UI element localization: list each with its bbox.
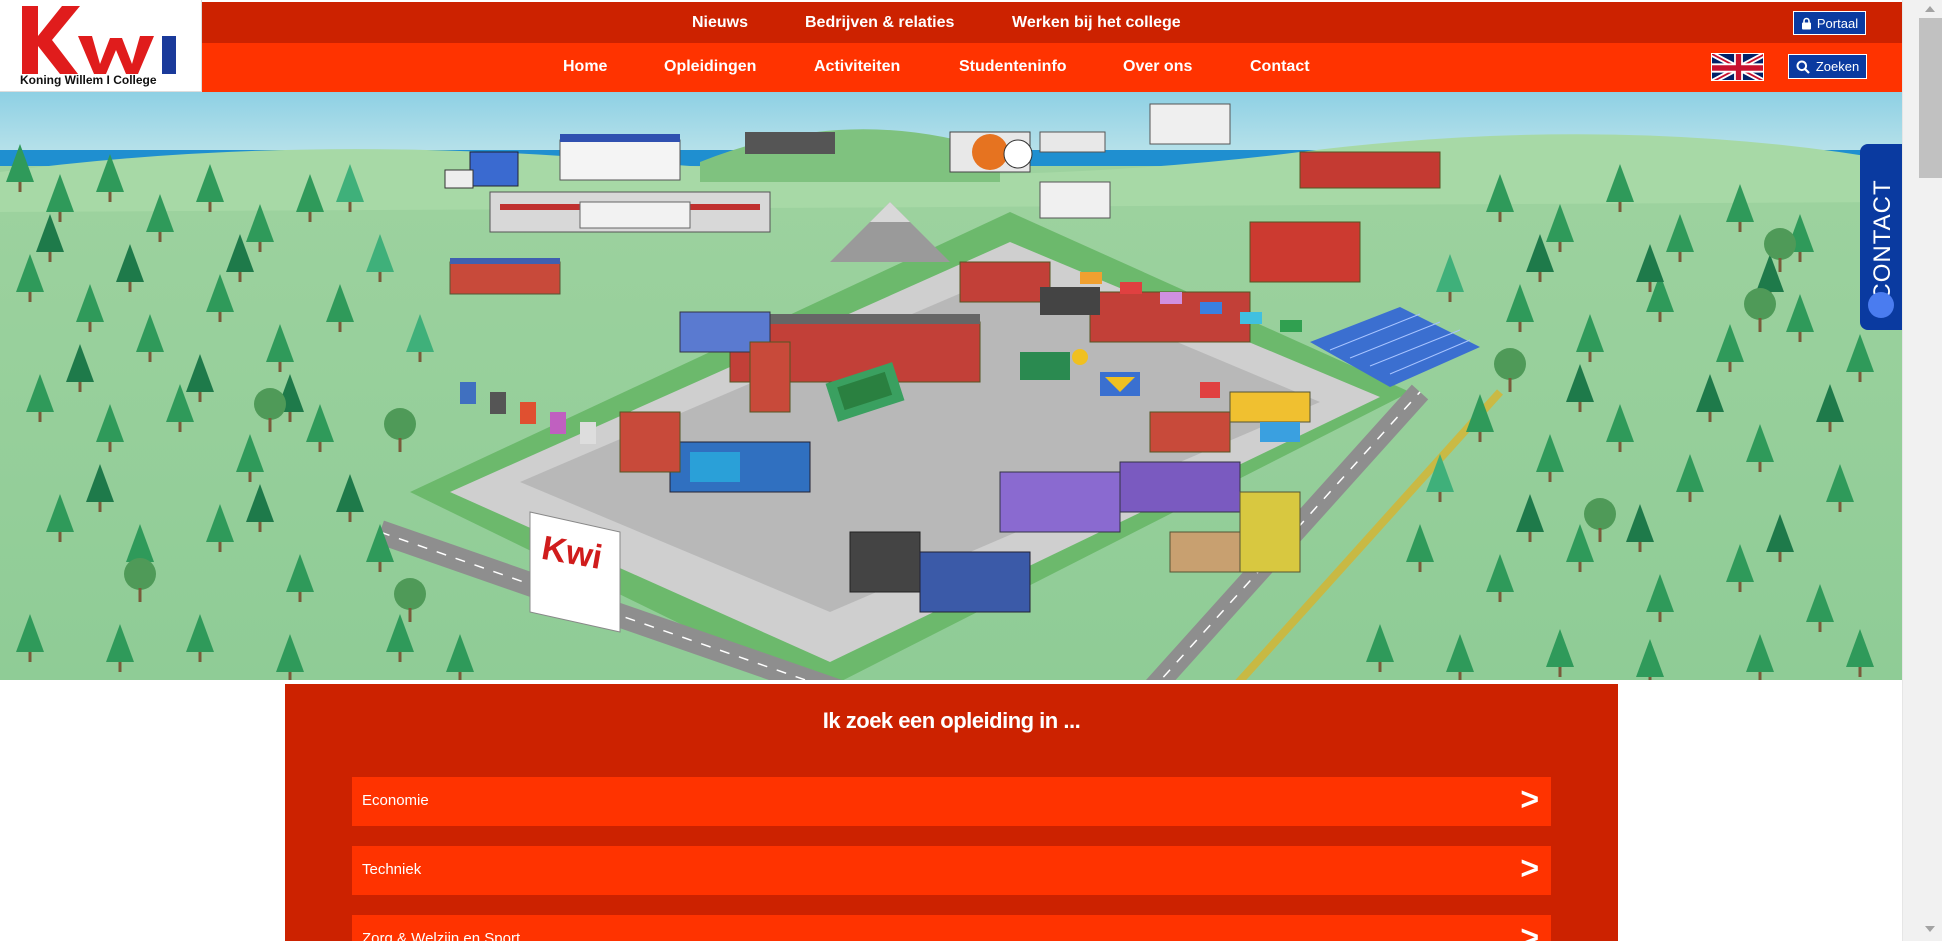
uk-flag-icon[interactable] xyxy=(1711,53,1764,81)
chevron-right-icon: > xyxy=(1520,850,1539,886)
nav-opleidingen[interactable]: Opleidingen xyxy=(664,58,756,76)
nav-contact[interactable]: Contact xyxy=(1250,58,1310,76)
chevron-right-icon: > xyxy=(1520,781,1539,817)
chat-icon xyxy=(1868,292,1894,318)
page: Koning Willem I College Nieuws Bedrijven… xyxy=(0,0,1942,941)
finder-item-label: Techniek xyxy=(362,861,422,878)
search-button[interactable]: Zoeken xyxy=(1788,54,1867,79)
site-logo[interactable]: Koning Willem I College xyxy=(0,0,202,92)
nav-home[interactable]: Home xyxy=(563,58,607,76)
scroll-thumb[interactable] xyxy=(1919,18,1942,178)
scroll-up-icon[interactable] xyxy=(1925,6,1935,12)
search-label: Zoeken xyxy=(1815,59,1860,74)
main-nav: Home Opleidingen Activiteiten Studenteni… xyxy=(202,43,1902,92)
finder-item-label: Economie xyxy=(362,792,429,809)
nav-over-ons[interactable]: Over ons xyxy=(1123,58,1192,76)
nav-studenteninfo[interactable]: Studenteninfo xyxy=(959,58,1067,76)
topbar-link-bedrijven[interactable]: Bedrijven & relaties xyxy=(805,14,954,32)
search-icon xyxy=(1796,60,1810,74)
scroll-down-icon[interactable] xyxy=(1925,926,1935,932)
nav-activiteiten[interactable]: Activiteiten xyxy=(814,58,900,76)
hero-campus-illustration: Kwi xyxy=(0,92,1902,680)
finder-title: Ik zoek een opleiding in ... xyxy=(822,708,1081,733)
chevron-right-icon: > xyxy=(1520,919,1539,941)
lock-icon xyxy=(1801,17,1811,29)
topbar-link-nieuws[interactable]: Nieuws xyxy=(692,14,748,32)
contact-side-tab[interactable]: CONTACT xyxy=(1860,144,1902,330)
finder-item-zorg-welzijn-sport[interactable]: Zorg & Welzijn en Sport > xyxy=(352,915,1551,941)
finder-item-economie[interactable]: Economie > xyxy=(352,777,1551,826)
portal-button[interactable]: Portaal xyxy=(1793,11,1866,35)
top-bar: Nieuws Bedrijven & relaties Werken bij h… xyxy=(202,2,1902,43)
logo-caption: Koning Willem I College xyxy=(20,73,157,87)
kwi-logo-icon xyxy=(22,6,176,74)
portal-label: Portaal xyxy=(1816,15,1859,31)
finder-item-techniek[interactable]: Techniek > xyxy=(352,846,1551,895)
finder-item-label: Zorg & Welzijn en Sport xyxy=(362,930,521,941)
page-scrollbar[interactable] xyxy=(1902,0,1942,941)
topbar-link-werken[interactable]: Werken bij het college xyxy=(1012,14,1181,32)
campus-illustration-image: Kwi xyxy=(0,92,1902,680)
study-finder-panel: Ik zoek een opleiding in ... Economie > … xyxy=(285,684,1618,941)
contact-tab-label: CONTACT xyxy=(1869,179,1896,301)
